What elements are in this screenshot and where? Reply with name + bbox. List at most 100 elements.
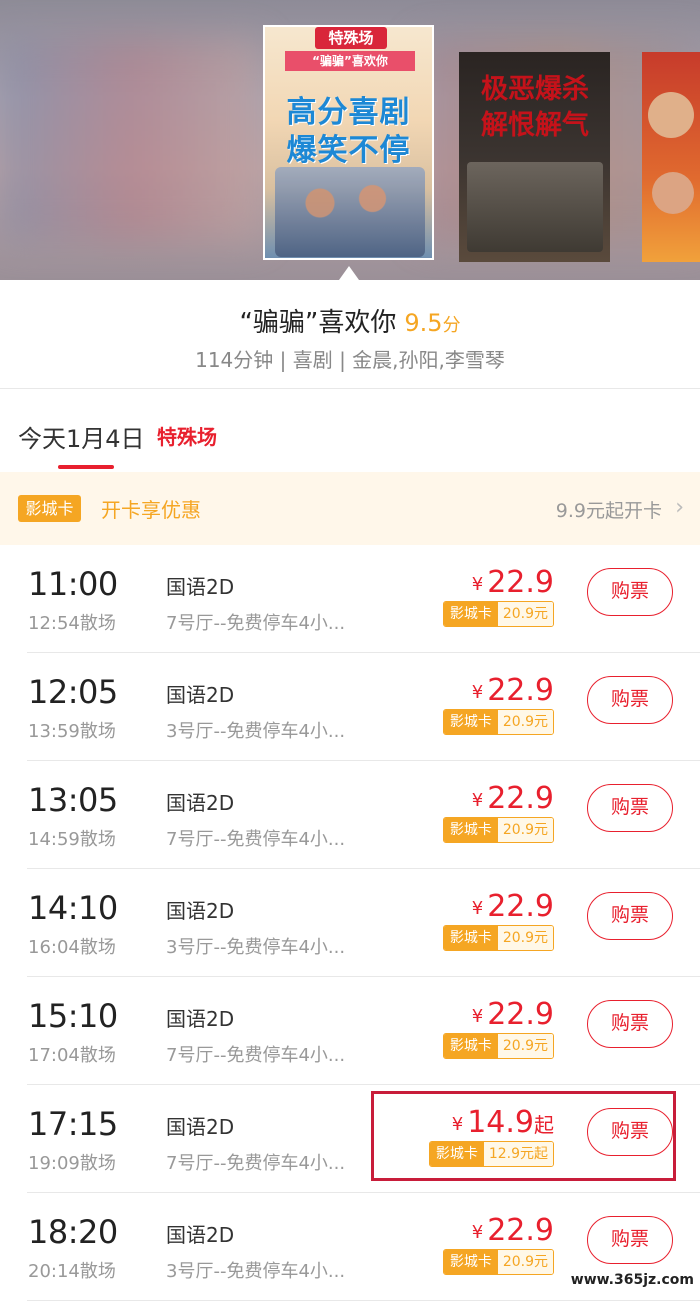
cinema-card-badge: 影城卡 — [18, 495, 81, 522]
buy-ticket-button[interactable]: 购票 — [587, 568, 673, 616]
poster-artwork — [275, 167, 425, 257]
card-label: 影城卡 — [443, 1250, 498, 1274]
poster-carousel[interactable]: 特殊场 “骗骗”喜欢你 高分喜剧 爆笑不停 极恶爆杀 解恨解气 — [0, 0, 700, 280]
card-price-badge: 影城卡 20.9元 — [442, 1033, 554, 1059]
hall-info: 7号厅--免费停车4小... — [166, 829, 346, 850]
card-price-badge: 影城卡 20.9元 — [442, 601, 554, 627]
poster-main-selected[interactable]: 特殊场 “骗骗”喜欢你 高分喜剧 爆笑不停 — [263, 25, 434, 260]
card-price-badge: 影城卡 20.9元 — [442, 925, 554, 951]
card-label: 影城卡 — [443, 1034, 498, 1058]
card-price: 20.9元 — [497, 710, 553, 734]
language-format: 国语2D — [166, 1223, 235, 1247]
movie-title-row: “骗骗”喜欢你 9.5分 — [0, 302, 700, 339]
end-time: 14:59散场 — [28, 829, 116, 850]
currency-symbol: ¥ — [471, 790, 484, 811]
end-time: 17:04散场 — [28, 1045, 116, 1066]
poster-artwork — [652, 172, 694, 214]
buy-ticket-button[interactable]: 购票 — [587, 1000, 673, 1048]
end-time: 20:14散场 — [28, 1261, 116, 1282]
poster-special-tag: 特殊场 — [315, 27, 387, 49]
price-value: 22.9 — [487, 997, 554, 1032]
card-label: 影城卡 — [443, 710, 498, 734]
end-time: 12:54散场 — [28, 613, 116, 634]
start-time: 13:05 — [28, 781, 118, 819]
price-value: 22.9 — [487, 1213, 554, 1248]
ticket-price: ¥22.9 — [472, 565, 554, 600]
showtime-row[interactable]: 13:05 14:59散场 国语2D 7号厅--免费停车4小... ¥22.9 影城卡 20… — [0, 761, 700, 869]
watermark: www.365jz.com — [570, 1272, 694, 1288]
buy-ticket-button[interactable]: 购票 — [587, 892, 673, 940]
end-time: 13:59散场 — [28, 721, 116, 742]
currency-symbol: ¥ — [471, 1006, 484, 1027]
card-price: 20.9元 — [497, 1034, 553, 1058]
movie-score-unit: 分 — [442, 315, 461, 336]
poster-third[interactable] — [642, 52, 700, 262]
currency-symbol: ¥ — [471, 1222, 484, 1243]
card-price: 20.9元 — [497, 926, 553, 950]
language-format: 国语2D — [166, 683, 235, 707]
buy-ticket-button[interactable]: 购票 — [587, 676, 673, 724]
poster-artwork — [467, 162, 603, 252]
card-price: 20.9元 — [497, 818, 553, 842]
showtime-row[interactable]: 15:10 17:04散场 国语2D 7号厅--免费停车4小... ¥22.9 影城卡 20… — [0, 977, 700, 1085]
start-time: 12:05 — [28, 673, 118, 711]
showtime-row[interactable]: 11:00 12:54散场 国语2D 7号厅--免费停车4小... ¥22.9 影城卡 20… — [0, 545, 700, 653]
card-label: 影城卡 — [443, 602, 498, 626]
start-time: 17:15 — [28, 1105, 118, 1143]
card-label: 影城卡 — [443, 926, 498, 950]
chevron-right-icon: › — [675, 495, 684, 520]
card-price: 20.9元 — [497, 1250, 553, 1274]
ticket-price: ¥22.9 — [472, 889, 554, 924]
hall-info: 7号厅--免费停车4小... — [166, 1153, 346, 1174]
hall-info: 3号厅--免费停车4小... — [166, 1261, 346, 1282]
movie-title: “骗骗”喜欢你 — [239, 308, 397, 338]
card-price-badge: 影城卡 20.9元 — [442, 817, 554, 843]
showtime-row[interactable]: 12:05 13:59散场 国语2D 3号厅--免费停车4小... ¥22.9 影城卡 20… — [0, 653, 700, 761]
hall-info: 3号厅--免费停车4小... — [166, 937, 346, 958]
end-time: 19:09散场 — [28, 1153, 116, 1174]
movie-info[interactable]: “骗骗”喜欢你 9.5分 114分钟 | 喜剧 | 金晨,孙阳,李雪琴 — [0, 280, 700, 388]
buy-ticket-button[interactable]: 购票 — [587, 1216, 673, 1264]
ticket-price: ¥22.9 — [472, 997, 554, 1032]
start-time: 11:00 — [28, 565, 118, 603]
hall-info: 3号厅--免费停车4小... — [166, 721, 346, 742]
ticket-price: ¥22.9 — [472, 781, 554, 816]
active-tab-indicator — [58, 465, 114, 469]
start-time: 15:10 — [28, 997, 118, 1035]
selected-pointer-icon — [339, 266, 359, 280]
end-time: 16:04散场 — [28, 937, 116, 958]
price-value: 22.9 — [487, 889, 554, 924]
poster-title: 极恶爆杀 解恨解气 — [481, 74, 589, 141]
poster-subtitle: “骗骗”喜欢你 — [285, 51, 415, 71]
poster-artwork — [648, 92, 694, 138]
promo-text: 开卡享优惠 — [101, 498, 201, 522]
currency-symbol: ¥ — [471, 898, 484, 919]
start-time: 14:10 — [28, 889, 118, 927]
language-format: 国语2D — [166, 575, 235, 599]
price-value: 22.9 — [487, 565, 554, 600]
currency-symbol: ¥ — [471, 682, 484, 703]
language-format: 国语2D — [166, 899, 235, 923]
card-price-badge: 影城卡 20.9元 — [442, 709, 554, 735]
date-tabs: 今天1月4日 特殊场 — [0, 389, 700, 471]
language-format: 国语2D — [166, 1007, 235, 1031]
card-price: 20.9元 — [497, 602, 553, 626]
special-screening-label: 特殊场 — [157, 425, 217, 449]
tab-date-today[interactable]: 今天1月4日 — [18, 419, 145, 454]
promo-price-text: 9.9元起开卡 — [555, 500, 662, 522]
highlight-box — [371, 1091, 676, 1181]
price-value: 22.9 — [487, 781, 554, 816]
price-value: 22.9 — [487, 673, 554, 708]
ticket-price: ¥22.9 — [472, 673, 554, 708]
language-format: 国语2D — [166, 791, 235, 815]
card-label: 影城卡 — [443, 818, 498, 842]
movie-score: 9.5 — [404, 309, 443, 337]
background-blur — [0, 40, 260, 240]
showtime-row[interactable]: 14:10 16:04散场 国语2D 3号厅--免费停车4小... ¥22.9 影城卡 20… — [0, 869, 700, 977]
movie-meta: 114分钟 | 喜剧 | 金晨,孙阳,李雪琴 — [195, 348, 505, 372]
poster-second[interactable]: 极恶爆杀 解恨解气 — [459, 52, 610, 262]
hall-info: 7号厅--免费停车4小... — [166, 1045, 346, 1066]
cinema-card-promo[interactable]: 影城卡 开卡享优惠 9.9元起开卡 › — [0, 472, 700, 545]
language-format: 国语2D — [166, 1115, 235, 1139]
buy-ticket-button[interactable]: 购票 — [587, 784, 673, 832]
